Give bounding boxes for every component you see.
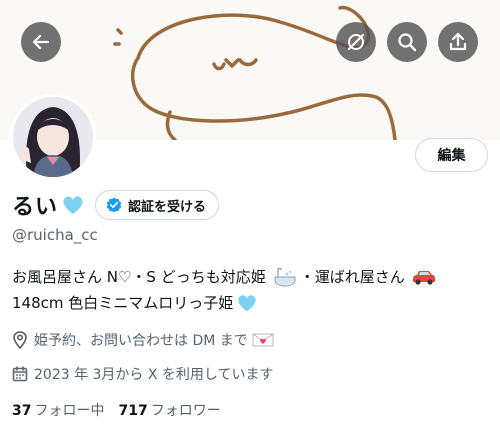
blue-heart-icon — [238, 295, 256, 312]
bathtub-icon — [274, 267, 296, 287]
mute-button[interactable] — [336, 22, 376, 62]
verified-badge-icon — [106, 197, 122, 213]
get-verified-label: 認証を受ける — [128, 199, 207, 215]
profile-avatar[interactable] — [10, 94, 96, 180]
share-button[interactable] — [438, 22, 478, 62]
display-name: るい — [12, 195, 59, 220]
search-icon — [398, 33, 417, 52]
edit-profile-button[interactable]: 編集 — [415, 138, 488, 172]
love-letter-icon — [252, 333, 274, 347]
arrow-left-icon — [32, 34, 50, 50]
profile-joined-date: 2023 年 3月から X を利用しています — [12, 364, 274, 384]
bio-text-1a: お風呂屋さん N♡・S どっちも対応姫 — [12, 268, 266, 286]
following-link[interactable]: 37 フォロー中 — [12, 400, 104, 420]
search-button[interactable] — [387, 22, 427, 62]
bio-text-2: 148cm 色白ミニマムロリっ子姫 — [12, 294, 234, 312]
blue-heart-icon — [63, 196, 83, 214]
following-label: フォロー中 — [34, 403, 105, 419]
bio-line-1: お風呂屋さん N♡・S どっちも対応姫 ・運ばれ屋さん — [12, 264, 437, 290]
back-button[interactable] — [21, 22, 61, 62]
share-icon — [449, 32, 467, 51]
followers-count: 717 — [118, 403, 148, 419]
following-count: 37 — [12, 403, 32, 419]
followers-label: フォロワー — [150, 403, 221, 419]
avatar-photo — [13, 97, 93, 177]
bio-line-2: 148cm 色白ミニマムロリっ子姫 — [12, 290, 437, 316]
location-pin-icon — [13, 331, 27, 349]
bio-text-1b: ・運ばれ屋さん — [299, 268, 405, 286]
profile-handle: @ruicha_cc — [12, 226, 98, 244]
mute-icon — [348, 34, 364, 50]
calendar-icon — [12, 366, 28, 382]
followers-link[interactable]: 717 フォロワー — [118, 400, 220, 420]
profile-bio: お風呂屋さん N♡・S どっちも対応姫 ・運ばれ屋さん 148cm 色白ミニマム… — [12, 264, 437, 316]
name-row: るい 認証を受ける — [12, 188, 220, 222]
location-text: 姫予約、お問い合わせは DM まで — [34, 333, 248, 349]
follow-stats: 37 フォロー中 717 フォロワー — [12, 400, 221, 420]
car-icon — [412, 271, 435, 285]
joined-text: 2023 年 3月から X を利用しています — [34, 367, 274, 383]
get-verified-button[interactable]: 認証を受ける — [95, 190, 220, 220]
profile-location: 姫予約、お問い合わせは DM まで — [12, 330, 280, 350]
